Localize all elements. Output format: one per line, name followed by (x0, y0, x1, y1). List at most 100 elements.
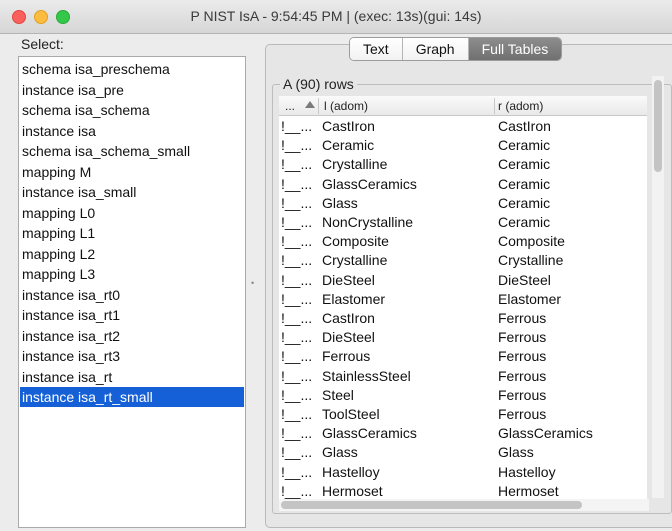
list-item[interactable]: schema isa_schema_small (20, 141, 244, 161)
r-cell: Elastomer (498, 290, 562, 307)
list-item[interactable]: mapping L3 (20, 264, 244, 284)
title-bar: P NIST IsA - 9:54:45 PM | (exec: 13s)(gu… (0, 0, 672, 34)
l-cell: DieSteel (322, 271, 375, 288)
r-cell: Ceramic (498, 156, 551, 173)
table-row[interactable]: !__... Crystalline Ceramic (279, 155, 647, 174)
l-cell: Ferrous (322, 348, 371, 365)
object-list[interactable]: schema isa_preschema instance isa_pre sche… (18, 56, 246, 528)
r-cell: Hastelloy (498, 463, 556, 480)
vertical-scroll-thumb[interactable] (654, 80, 662, 172)
column-header-r[interactable]: r (adom) (498, 99, 543, 113)
l-cell: ToolSteel (322, 406, 380, 422)
table-row[interactable]: !__... Crystalline Crystalline (279, 251, 647, 270)
r-cell: GlassCeramics (498, 425, 593, 442)
select-label: Select: (21, 36, 64, 52)
row-id-cell: !__... (281, 425, 313, 442)
column-divider[interactable] (318, 98, 319, 114)
row-id-cell: !__... (281, 175, 313, 192)
l-cell: Glass (322, 444, 358, 461)
row-id-cell: !__... (281, 118, 313, 134)
table-row[interactable]: !__... Glass Glass (279, 443, 647, 462)
l-cell: StainlessSteel (322, 367, 411, 384)
row-id-cell: !__... (281, 367, 313, 384)
list-item[interactable]: instance isa (20, 121, 244, 141)
row-id-cell: !__... (281, 156, 313, 173)
column-header-row-id[interactable]: ... (285, 99, 295, 113)
l-cell: Composite (322, 233, 389, 250)
l-cell: Glass (322, 194, 358, 211)
r-cell: Ceramic (498, 214, 551, 230)
table-row[interactable]: !__... Composite Composite (279, 232, 647, 251)
r-cell: Ferrous (498, 406, 547, 422)
r-cell: Ceramic (498, 194, 551, 211)
table-row[interactable]: !__... CastIron Ferrous (279, 309, 647, 328)
list-item[interactable]: instance isa_rt_small (20, 387, 244, 407)
table-row[interactable]: !__... ToolSteel Ferrous (279, 405, 647, 424)
tab-graph[interactable]: Graph (402, 38, 469, 60)
table-row[interactable]: !__... Ferrous Ferrous (279, 347, 647, 366)
l-cell: Hastelloy (322, 463, 380, 480)
table-row[interactable]: !__... DieSteel DieSteel (279, 271, 647, 290)
l-cell: CastIron (322, 118, 375, 134)
view-tabs: Text Graph Full Tables (349, 37, 563, 61)
row-id-cell: !__... (281, 271, 313, 288)
l-cell: Crystalline (322, 156, 388, 173)
table-row[interactable]: !__... StainlessSteel Ferrous (279, 367, 647, 386)
table-row[interactable]: !__... Glass Ceramic (279, 194, 647, 213)
table-header: ... l (adom) r (adom) (279, 96, 647, 116)
r-cell: Crystalline (498, 252, 564, 269)
row-id-cell: !__... (281, 463, 313, 480)
table-row[interactable]: !__... Hastelloy Hastelloy (279, 463, 647, 482)
column-header-l[interactable]: l (adom) (324, 99, 368, 113)
tab-full-tables[interactable]: Full Tables (468, 38, 562, 60)
list-item[interactable]: mapping L1 (20, 223, 244, 243)
r-cell: Ferrous (498, 348, 547, 365)
row-id-cell: !__... (281, 348, 313, 365)
row-id-cell: !__... (281, 233, 313, 250)
l-cell: Ceramic (322, 137, 375, 154)
window-title: P NIST IsA - 9:54:45 PM | (exec: 13s)(gu… (190, 8, 482, 24)
r-cell: Ferrous (498, 367, 547, 384)
list-item[interactable]: schema isa_preschema (20, 59, 244, 79)
r-cell: Hermoset (498, 482, 559, 499)
table-row[interactable]: !__... Hermoset Hermoset (279, 482, 647, 500)
table-row[interactable]: !__... NonCrystalline Ceramic (279, 213, 647, 232)
row-id-cell: !__... (281, 252, 313, 269)
list-item[interactable]: instance isa_small (20, 182, 244, 202)
r-cell: Composite (498, 233, 565, 250)
list-item[interactable]: instance isa_rt (20, 367, 244, 387)
column-divider[interactable] (494, 98, 495, 114)
table-row[interactable]: !__... Steel Ferrous (279, 386, 647, 405)
list-item[interactable]: instance isa_pre (20, 80, 244, 100)
l-cell: Steel (322, 386, 354, 403)
table-row[interactable]: !__... CastIron CastIron (279, 117, 647, 136)
table-row[interactable]: !__... Elastomer Elastomer (279, 290, 647, 309)
r-cell: Ferrous (498, 310, 547, 326)
list-item[interactable]: instance isa_rt0 (20, 285, 244, 305)
sort-ascending-icon (305, 101, 315, 108)
list-item[interactable]: mapping M (20, 162, 244, 182)
list-item[interactable]: instance isa_rt2 (20, 326, 244, 346)
row-id-cell: !__... (281, 406, 313, 422)
tab-text[interactable]: Text (350, 38, 403, 60)
list-item[interactable]: mapping L0 (20, 203, 244, 223)
l-cell: Crystalline (322, 252, 388, 269)
r-cell: Ceramic (498, 137, 551, 154)
table-row[interactable]: !__... DieSteel Ferrous (279, 328, 647, 347)
splitter-handle-icon[interactable]: • (251, 278, 254, 288)
r-cell: Ceramic (498, 175, 551, 192)
r-cell: Ferrous (498, 386, 547, 403)
table-row[interactable]: !__... GlassCeramics Ceramic (279, 175, 647, 194)
data-table[interactable]: ... l (adom) r (adom) !__... CastIron Cast… (279, 96, 647, 500)
row-id-cell: !__... (281, 290, 313, 307)
table-row[interactable]: !__... Ceramic Ceramic (279, 136, 647, 155)
row-id-cell: !__... (281, 386, 313, 403)
row-id-cell: !__... (281, 329, 313, 346)
list-item[interactable]: instance isa_rt3 (20, 346, 244, 366)
horizontal-scroll-thumb[interactable] (281, 501, 582, 509)
list-item[interactable]: instance isa_rt1 (20, 305, 244, 325)
table-row[interactable]: !__... GlassCeramics GlassCeramics (279, 424, 647, 443)
list-item[interactable]: schema isa_schema (20, 100, 244, 120)
list-item[interactable]: mapping L2 (20, 244, 244, 264)
r-cell: Ferrous (498, 329, 547, 346)
